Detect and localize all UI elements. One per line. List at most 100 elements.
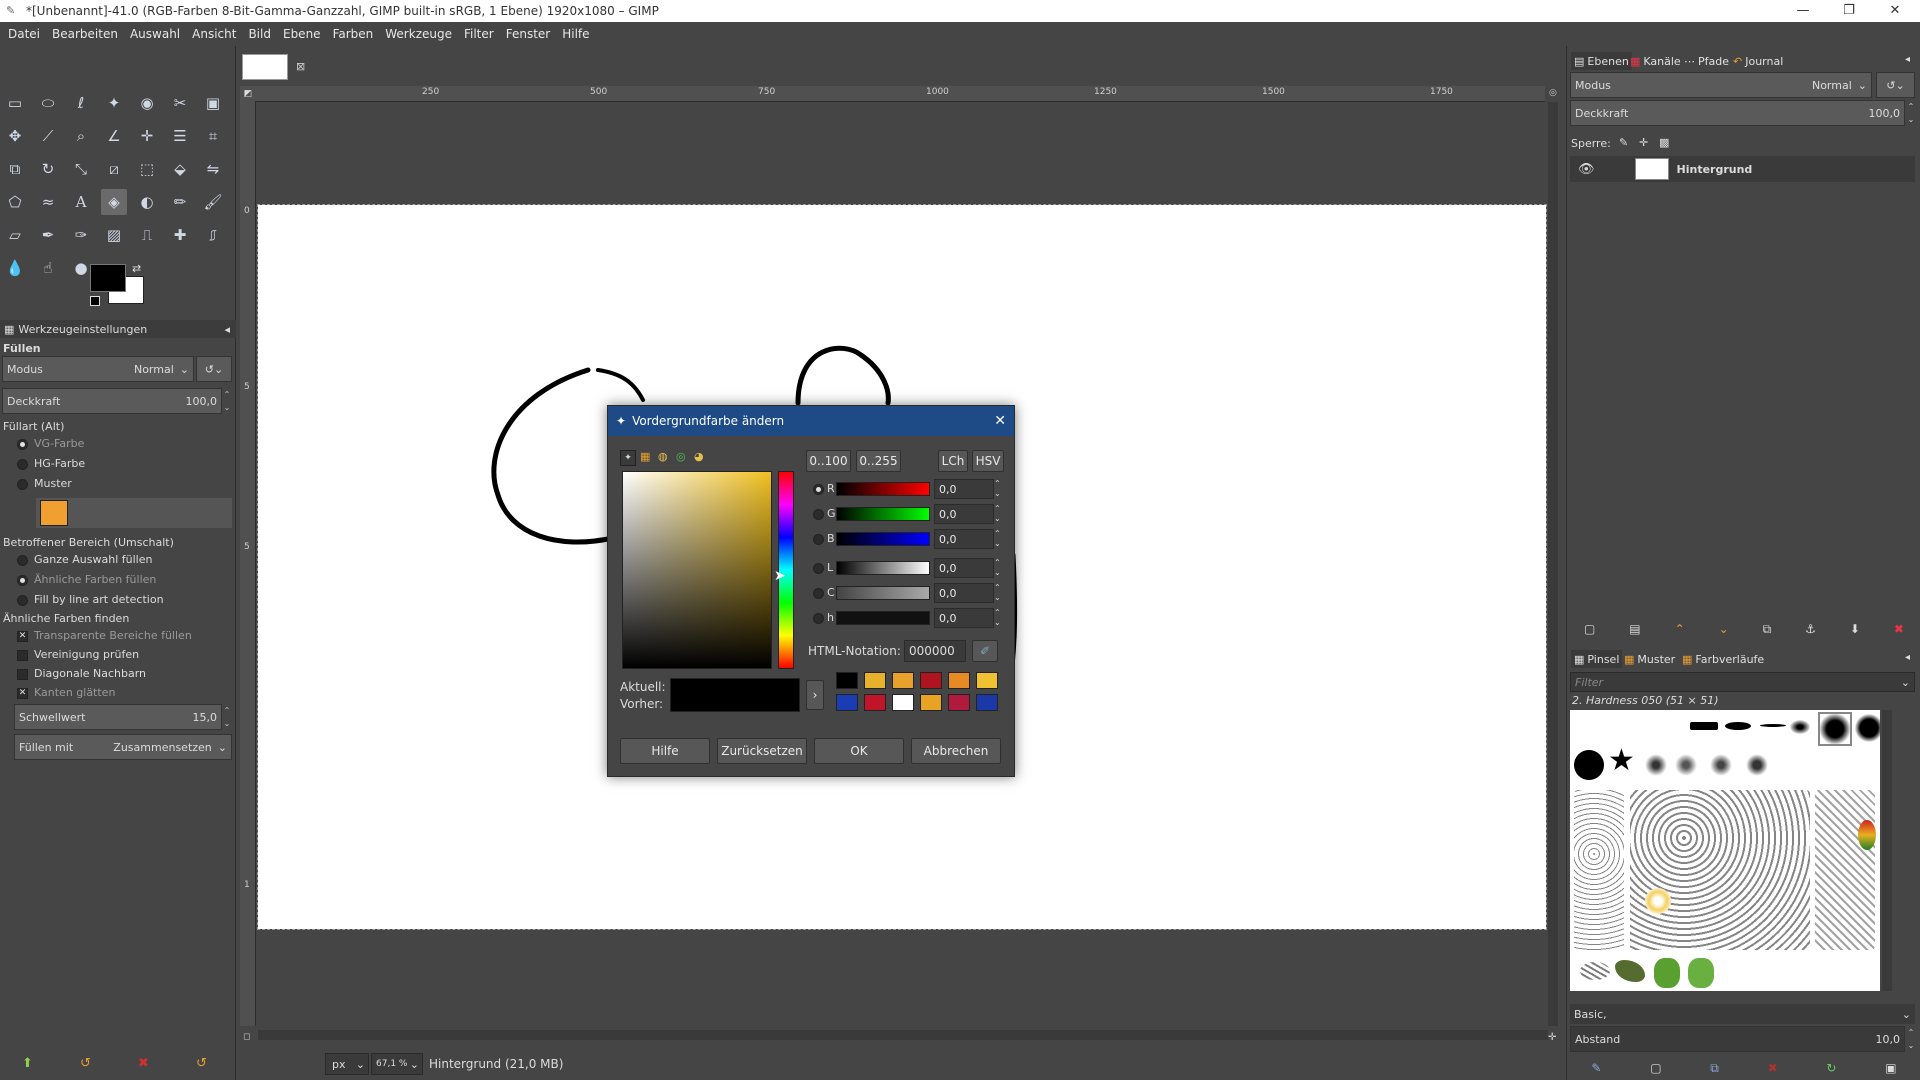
star-brush-icon[interactable]: ★ xyxy=(1608,746,1635,776)
fill-fg-radio[interactable] xyxy=(17,439,28,450)
horizontal-scrollbar[interactable] xyxy=(258,1030,1548,1040)
brush-item[interactable] xyxy=(1690,722,1718,730)
menu-bearbeiten[interactable]: Bearbeiten xyxy=(46,27,124,41)
tab-gradients[interactable]: ▦ Farbverläufe xyxy=(1679,650,1767,668)
rotate-icon[interactable]: ↻ xyxy=(35,156,61,182)
brush-item[interactable] xyxy=(1815,790,1875,950)
ink-icon[interactable]: ✑ xyxy=(68,222,94,248)
blur-icon[interactable]: 💧 xyxy=(2,255,28,281)
maximize-button[interactable]: ❐ xyxy=(1826,0,1872,22)
horizontal-ruler[interactable]: 250 500 750 1000 1250 1500 1750 xyxy=(255,86,1545,102)
history-swatch-12[interactable] xyxy=(976,694,998,711)
tab-journal[interactable]: ↶ Journal xyxy=(1730,52,1786,70)
dock-menu-icon[interactable]: ◂ xyxy=(1905,54,1910,65)
channel-c-spin-arrows[interactable]: ⌃ ⌄ xyxy=(994,583,1001,603)
opacity-spin-arrows[interactable]: ⌃ ⌄ xyxy=(222,388,232,414)
perspective-icon[interactable]: ⬚ xyxy=(134,156,160,182)
spacing-spin-arrows[interactable]: ⌃ ⌄ xyxy=(1906,1026,1916,1052)
dialog-close-icon[interactable]: ✕ xyxy=(994,413,1006,429)
range-0-255-button[interactable]: 0..255 xyxy=(856,450,901,472)
measure-icon[interactable]: ∠ xyxy=(101,123,127,149)
brush-item[interactable] xyxy=(1645,754,1667,776)
scale-icon[interactable]: ⤡ xyxy=(68,156,94,182)
tool-options-tab[interactable]: ▦ Werkzeugeinstellungen ◂ xyxy=(0,320,236,338)
flip-icon[interactable]: ⇋ xyxy=(200,156,226,182)
tab-layers[interactable]: ▤ Ebenen xyxy=(1571,52,1632,70)
history-swatch-6[interactable] xyxy=(976,672,998,689)
sample-merged-checkbox[interactable] xyxy=(17,650,28,661)
menu-farben[interactable]: Farben xyxy=(327,27,380,41)
bucket-fill-icon[interactable]: ◈ xyxy=(101,189,127,215)
channel-h-spin-arrows[interactable]: ⌃ ⌄ xyxy=(994,608,1001,628)
channel-r-slider[interactable] xyxy=(836,482,930,496)
history-swatch-2[interactable] xyxy=(864,672,886,689)
history-swatch-9[interactable] xyxy=(892,694,914,711)
eraser-icon[interactable]: ▱ xyxy=(2,222,28,248)
mypaint-brush-icon[interactable]: ▨ xyxy=(101,222,127,248)
tab-patterns[interactable]: ▦ Muster xyxy=(1621,650,1678,668)
cmyk-selector-icon[interactable]: ▦ xyxy=(640,450,650,463)
brush-item[interactable] xyxy=(1580,962,1610,980)
threshold-slider[interactable]: Schwellwert 15,0 xyxy=(14,704,222,730)
history-swatch-3[interactable] xyxy=(892,672,914,689)
channel-b-slider[interactable] xyxy=(836,532,930,546)
range-0-100-button[interactable]: 0..100 xyxy=(806,450,851,472)
zoom-fit-icon[interactable]: ◎ xyxy=(1549,88,1557,98)
channel-b-radio[interactable] xyxy=(813,534,824,545)
raise-layer-icon[interactable]: ⌃ xyxy=(1675,622,1685,636)
brush-grid-scrollbar[interactable] xyxy=(1882,710,1892,991)
brush-dock-menu-icon[interactable]: ◂ xyxy=(1905,652,1910,663)
lasso-icon[interactable]: ℓ xyxy=(68,90,94,116)
unified-transform-icon[interactable]: ⧉ xyxy=(2,156,28,182)
foreground-select-icon[interactable]: ▣ xyxy=(200,90,226,116)
anchor-icon[interactable]: ⚓ xyxy=(1805,622,1816,636)
image-tab-thumbnail[interactable] xyxy=(242,54,288,80)
zoom-icon[interactable]: ⌕ xyxy=(68,123,94,149)
channel-c-radio[interactable] xyxy=(813,588,824,599)
paintbrush-icon[interactable]: 🖌 xyxy=(200,189,226,215)
channel-b-input[interactable]: 0,0 xyxy=(934,529,994,549)
duplicate-layer-icon[interactable]: ⧉ xyxy=(1763,622,1772,637)
history-swatch-5[interactable] xyxy=(948,672,970,689)
unit-dropdown[interactable]: px ⌄ xyxy=(325,1053,369,1075)
wheel-selector-icon[interactable]: ◎ xyxy=(676,450,686,463)
cancel-button[interactable]: Abbrechen xyxy=(911,738,1001,764)
channel-l-spin-arrows[interactable]: ⌃ ⌄ xyxy=(994,558,1001,578)
brush-preset-dropdown[interactable]: Basic, ⌄ xyxy=(1570,1004,1915,1024)
watercolor-selector-icon[interactable]: ◍ xyxy=(658,450,668,463)
fill-bg-radio[interactable] xyxy=(17,459,28,470)
brush-item[interactable] xyxy=(1760,724,1786,727)
hsv-button[interactable]: HSV xyxy=(972,450,1004,472)
move-icon[interactable]: ✥ xyxy=(2,123,28,149)
duplicate-brush-icon[interactable]: ⧉ xyxy=(1710,1061,1719,1076)
channel-r-radio[interactable] xyxy=(813,484,824,495)
brush-item[interactable] xyxy=(1790,720,1810,734)
magic-wand-icon[interactable]: ✦ xyxy=(101,90,127,116)
menu-datei[interactable]: Datei xyxy=(2,27,46,41)
zoom-dropdown[interactable]: 67,1 % ⌄ xyxy=(371,1053,423,1075)
warp-transform-icon[interactable]: ≈ xyxy=(35,189,61,215)
help-button[interactable]: Hilfe xyxy=(620,738,710,764)
menu-filter[interactable]: Filter xyxy=(458,27,500,41)
brush-filter-input[interactable]: Filter ⌄ xyxy=(1570,672,1915,692)
quick-mask-icon[interactable]: ◻ xyxy=(243,1032,250,1042)
brush-item[interactable] xyxy=(1675,754,1697,776)
layer-opacity-spin-arrows[interactable]: ⌃ ⌄ xyxy=(1906,100,1916,126)
3d-transform-icon[interactable]: ⬙ xyxy=(167,156,193,182)
brush-spacing-slider[interactable]: Abstand 10,0 xyxy=(1570,1026,1905,1052)
ellipse-select-icon[interactable]: ⬭ xyxy=(35,90,61,116)
add-to-history-button[interactable]: › xyxy=(806,680,824,710)
channel-l-radio[interactable] xyxy=(813,563,824,574)
save-options-icon[interactable]: ⬆ xyxy=(22,1056,33,1071)
opacity-slider[interactable]: Deckkraft 100,0 xyxy=(2,388,222,414)
lch-button[interactable]: LCh xyxy=(938,450,968,472)
menu-ebene[interactable]: Ebene xyxy=(277,27,327,41)
history-swatch-8[interactable] xyxy=(864,694,886,711)
minimize-button[interactable]: — xyxy=(1780,0,1826,22)
tab-brushes[interactable]: ▦ Pinsel xyxy=(1571,650,1623,668)
restore-options-icon[interactable]: ↺ xyxy=(80,1056,91,1071)
menu-hilfe[interactable]: Hilfe xyxy=(556,27,595,41)
swap-colors-icon[interactable]: ⇄ xyxy=(132,262,141,275)
area-whole-selection-radio[interactable] xyxy=(17,555,28,566)
scissors-icon[interactable]: ✂ xyxy=(167,90,193,116)
